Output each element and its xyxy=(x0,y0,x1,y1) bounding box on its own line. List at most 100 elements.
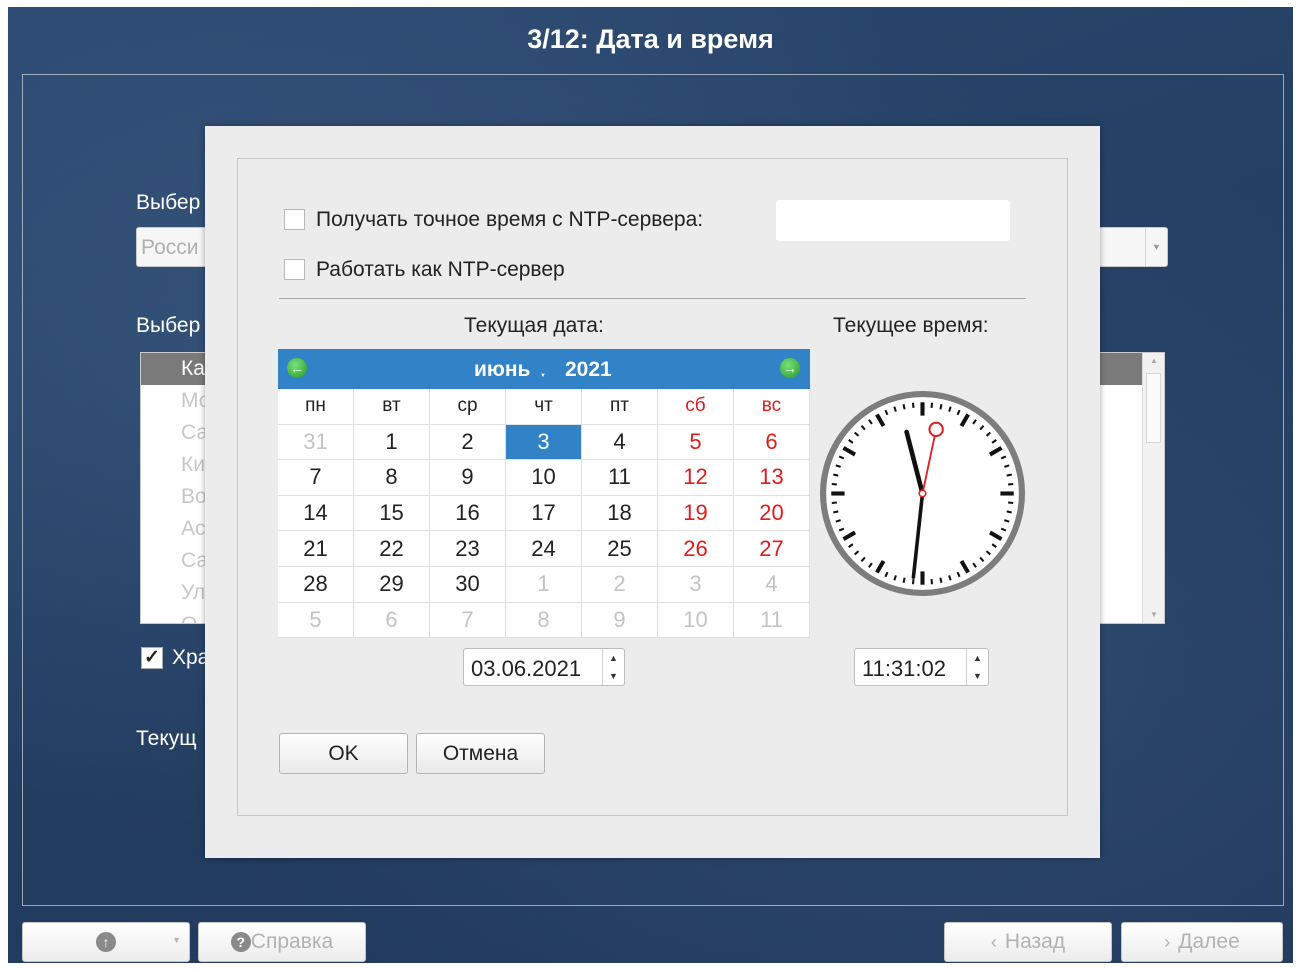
clock-minute-tick xyxy=(1006,510,1012,514)
weekday-header: чт xyxy=(506,389,582,425)
calendar-year[interactable]: 2021 xyxy=(565,358,612,382)
scrollbar-thumb[interactable] xyxy=(1146,373,1161,443)
calendar-day[interactable]: 1 xyxy=(354,424,430,461)
clock-minute-tick xyxy=(1006,473,1012,477)
page-title: 3/12: Дата и время xyxy=(527,24,774,54)
calendar-day[interactable]: 6 xyxy=(734,424,810,461)
spin-down-icon[interactable]: ▼ xyxy=(967,667,988,685)
settings-circle-icon: ↑ xyxy=(96,932,116,952)
calendar-day[interactable]: 4 xyxy=(582,424,658,461)
chevron-down-icon[interactable]: ▼ xyxy=(540,373,546,379)
calendar[interactable]: ← июнь ▼ 2021 → пн вт ср чт пт сб вс 31 1 2 3 4 5 6 7 8… xyxy=(278,349,810,639)
time-spinbox-value[interactable]: 11:31:02 xyxy=(862,656,946,682)
calendar-day[interactable]: 8 xyxy=(506,602,582,639)
ntp-server-input[interactable] xyxy=(776,200,1010,241)
calendar-day[interactable]: 11 xyxy=(582,460,658,496)
current-time-label: Текущее время: xyxy=(833,314,989,337)
weekday-header: вт xyxy=(354,389,430,425)
chevron-left-icon: ‹ xyxy=(990,931,997,952)
clock-minute-tick xyxy=(1008,501,1014,505)
calendar-day[interactable]: 21 xyxy=(278,531,354,567)
calendar-day[interactable]: 9 xyxy=(430,460,506,496)
clock-minute-tick xyxy=(831,482,837,486)
help-button[interactable]: ? Справка xyxy=(198,922,366,962)
date-spinbox-value[interactable]: 03.06.2021 xyxy=(471,656,581,682)
calendar-day[interactable]: 27 xyxy=(734,531,810,567)
calendar-day[interactable]: 11 xyxy=(734,602,810,639)
calendar-day[interactable]: 19 xyxy=(658,495,734,532)
calendar-day[interactable]: 10 xyxy=(506,460,582,496)
clock-minute-tick xyxy=(902,404,906,410)
spin-down-icon[interactable]: ▼ xyxy=(603,667,624,685)
calendar-day[interactable]: 5 xyxy=(658,424,734,461)
clock-minute-tick xyxy=(911,402,915,408)
calendar-day[interactable]: 6 xyxy=(354,602,430,639)
scroll-up-icon[interactable]: ▲ xyxy=(1143,353,1164,369)
spin-up-icon[interactable]: ▲ xyxy=(967,649,988,667)
calendar-day[interactable]: 12 xyxy=(658,460,734,496)
calendar-day[interactable]: 4 xyxy=(734,566,810,603)
back-button-label: Назад xyxy=(1004,930,1066,953)
calendar-day[interactable]: 9 xyxy=(582,602,658,639)
region-label: Выбер xyxy=(136,191,201,214)
ntp-server-checkbox[interactable] xyxy=(284,259,305,280)
scroll-down-icon[interactable]: ▼ xyxy=(1143,607,1164,623)
calendar-day[interactable]: 2 xyxy=(430,424,506,461)
back-button[interactable]: ‹ Назад xyxy=(944,922,1112,962)
time-spinbox-buttons[interactable]: ▲ ▼ xyxy=(966,649,988,685)
calendar-day[interactable]: 31 xyxy=(278,424,354,461)
calendar-day[interactable]: 20 xyxy=(734,495,810,532)
calendar-day[interactable]: 10 xyxy=(658,602,734,639)
calendar-day[interactable]: 17 xyxy=(506,495,582,532)
clock-center xyxy=(918,489,927,498)
calendar-day[interactable]: 30 xyxy=(430,566,506,603)
calendar-day[interactable]: 15 xyxy=(354,495,430,532)
second-hand-ring xyxy=(928,421,944,438)
calendar-day[interactable]: 7 xyxy=(430,602,506,639)
calendar-day[interactable]: 18 xyxy=(582,495,658,532)
calendar-day[interactable]: 23 xyxy=(430,531,506,567)
settings-menu-button[interactable]: ↑ ▼ xyxy=(22,922,190,962)
calendar-day[interactable]: 13 xyxy=(734,460,810,496)
prev-month-icon[interactable]: ← xyxy=(287,358,307,378)
next-button[interactable]: › Далее xyxy=(1121,922,1283,962)
calendar-day[interactable]: 16 xyxy=(430,495,506,532)
clock-minute-tick xyxy=(902,577,906,583)
calendar-day[interactable]: 29 xyxy=(354,566,430,603)
chevron-down-icon[interactable]: ▼ xyxy=(1145,228,1167,266)
clock-minute-tick xyxy=(939,404,943,410)
analog-clock xyxy=(820,391,1025,596)
calendar-day[interactable]: 8 xyxy=(354,460,430,496)
region-combobox-value: Росси xyxy=(141,236,199,259)
calendar-day[interactable]: 24 xyxy=(506,531,582,567)
ntp-client-checkbox[interactable] xyxy=(284,209,305,230)
calendar-day[interactable]: 5 xyxy=(278,602,354,639)
clock-minute-tick xyxy=(833,473,839,477)
date-spinbox-buttons[interactable]: ▲ ▼ xyxy=(602,649,624,685)
date-spinbox[interactable]: 03.06.2021 ▲ ▼ xyxy=(463,648,625,686)
calendar-month[interactable]: июнь xyxy=(474,358,530,382)
calendar-day[interactable]: 25 xyxy=(582,531,658,567)
time-spinbox[interactable]: 11:31:02 ▲ ▼ xyxy=(854,648,989,686)
calendar-day[interactable]: 1 xyxy=(506,566,582,603)
calendar-day[interactable]: 2 xyxy=(582,566,658,603)
current-date-label: Текущая дата: xyxy=(464,314,604,337)
ok-button[interactable]: OK xyxy=(279,733,408,774)
chevron-right-icon: › xyxy=(1164,931,1171,952)
ntp-client-label: Получать точное время с NTP-сервера: xyxy=(316,208,704,231)
spin-up-icon[interactable]: ▲ xyxy=(603,649,624,667)
calendar-day[interactable]: 22 xyxy=(354,531,430,567)
calendar-header: ← июнь ▼ 2021 → xyxy=(278,349,810,389)
weekday-header: пт xyxy=(582,389,658,425)
calendar-day[interactable]: 3 xyxy=(658,566,734,603)
cancel-button[interactable]: Отмена xyxy=(416,733,545,774)
calendar-day[interactable]: 28 xyxy=(278,566,354,603)
calendar-day[interactable]: 26 xyxy=(658,531,734,567)
clock-minute-tick xyxy=(911,579,915,585)
calendar-day[interactable]: 3 xyxy=(506,424,582,461)
city-list-scrollbar[interactable]: ▲ ▼ xyxy=(1142,353,1164,623)
calendar-day[interactable]: 7 xyxy=(278,460,354,496)
next-month-icon[interactable]: → xyxy=(780,358,800,378)
store-time-checkbox[interactable]: ✓ xyxy=(141,647,163,669)
calendar-day[interactable]: 14 xyxy=(278,495,354,532)
